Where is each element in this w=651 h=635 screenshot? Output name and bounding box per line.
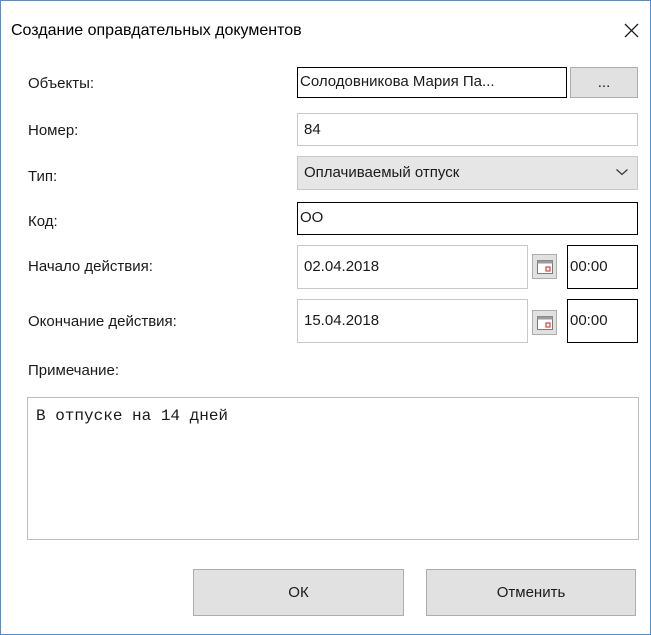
close-icon [624, 23, 639, 38]
note-textarea[interactable]: В отпуске на 14 дней [27, 397, 639, 540]
title-bar[interactable]: Создание оправдательных документов [1, 1, 650, 51]
number-label: Номер: [28, 122, 79, 139]
type-label: Тип: [28, 168, 58, 185]
cancel-button[interactable]: Отменить [426, 569, 636, 616]
end-calendar-button[interactable] [532, 310, 557, 335]
start-time-field[interactable]: 00:00 [567, 245, 638, 289]
type-select[interactable]: Оплачиваемый отпуск [297, 156, 638, 190]
start-calendar-button[interactable] [532, 254, 557, 279]
close-button[interactable] [616, 15, 646, 45]
start-label: Начало действия: [28, 258, 153, 275]
number-field[interactable]: 84 [297, 113, 638, 146]
calendar-icon [537, 260, 553, 274]
chevron-down-icon [616, 169, 628, 176]
ok-button[interactable]: ОК [193, 569, 404, 616]
objects-browse-button[interactable]: ... [570, 67, 638, 98]
objects-field[interactable]: Солодовникова Мария Па... [297, 67, 567, 98]
calendar-icon [537, 316, 553, 330]
code-field[interactable]: ОО [297, 202, 638, 235]
code-label: Код: [28, 213, 58, 230]
start-date-field[interactable]: 02.04.2018 [297, 245, 528, 289]
end-date-field[interactable]: 15.04.2018 [297, 299, 528, 343]
type-select-value: Оплачиваемый отпуск [304, 164, 460, 181]
dialog-window: Создание оправдательных документов Объек… [0, 0, 651, 635]
objects-label: Объекты: [28, 75, 95, 92]
dialog-title: Создание оправдательных документов [11, 22, 302, 39]
end-time-field[interactable]: 00:00 [567, 299, 638, 343]
end-label: Окончание действия: [28, 313, 177, 330]
note-label: Примечание: [28, 362, 119, 379]
